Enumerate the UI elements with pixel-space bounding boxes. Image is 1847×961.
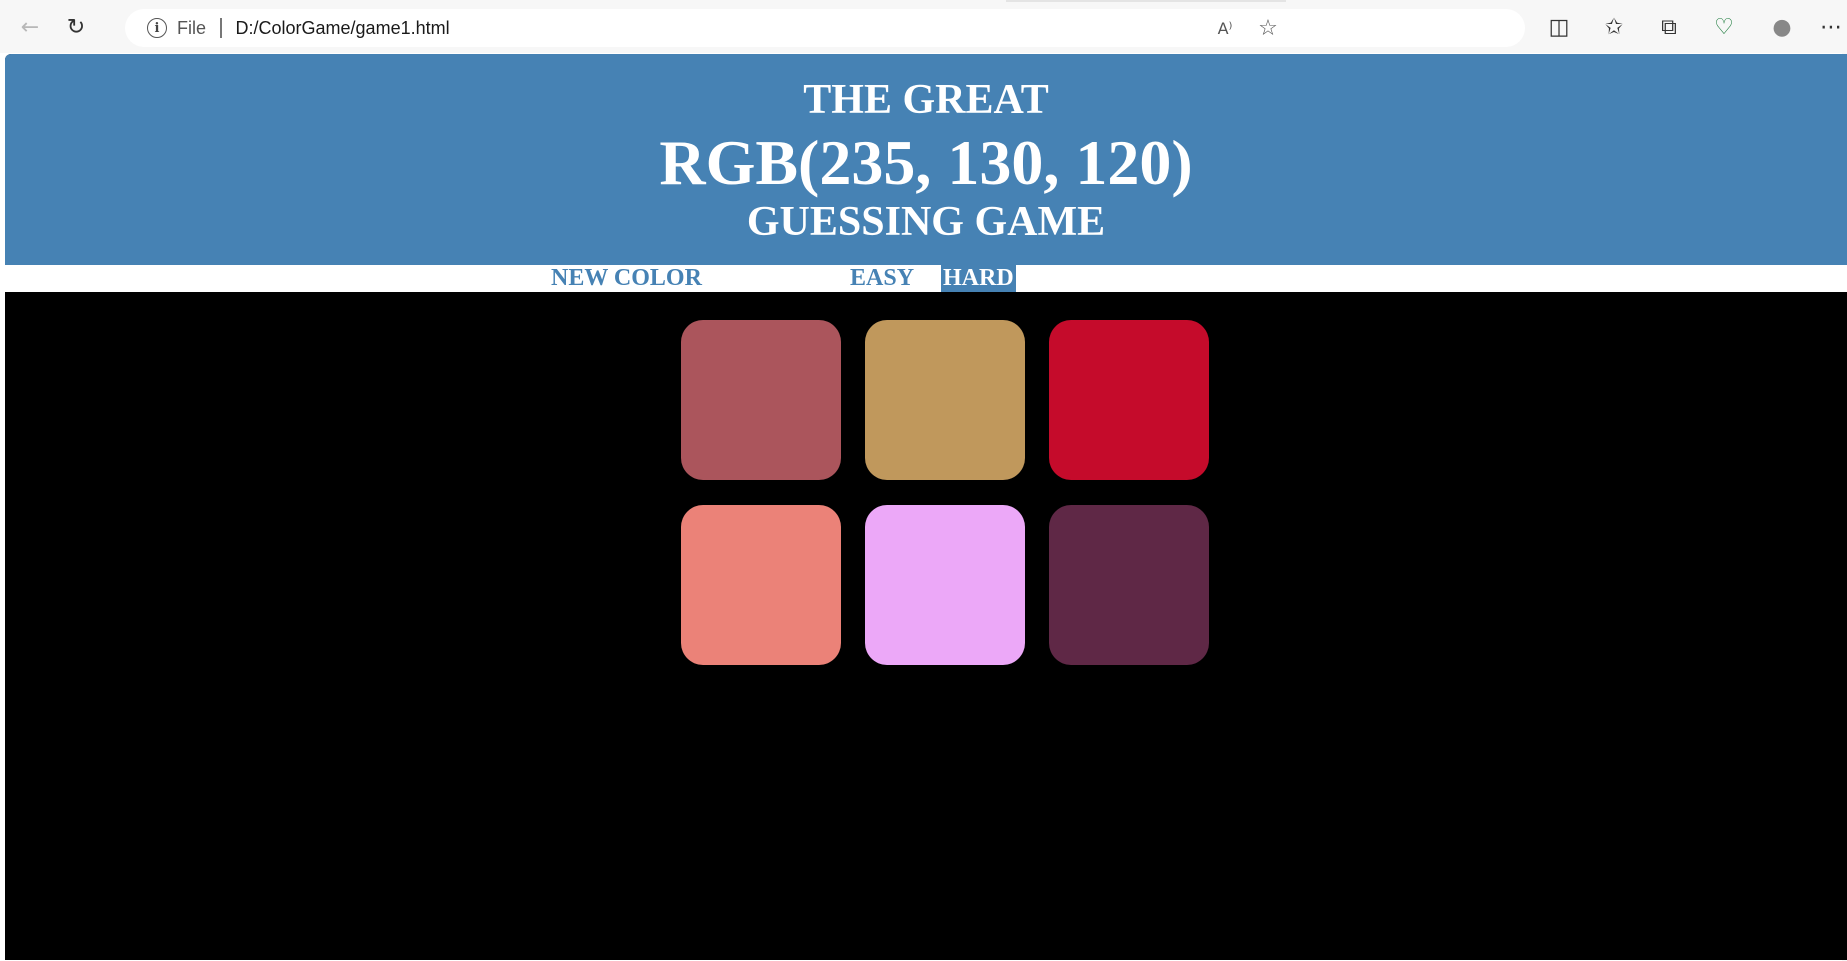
read-aloud-icon[interactable]: A⁾ <box>1211 14 1239 42</box>
favorite-star-icon[interactable]: ☆ <box>1254 14 1282 42</box>
color-square[interactable] <box>681 320 841 480</box>
hard-mode-button[interactable]: HARD <box>941 265 1016 292</box>
color-square[interactable] <box>1049 320 1209 480</box>
tab-indicator <box>1006 0 1286 2</box>
color-square[interactable] <box>865 320 1025 480</box>
split-screen-icon[interactable]: ◫ <box>1542 10 1576 44</box>
browser-toolbar: ← ↻ i File D:/ColorGame/game1.html A⁾ ☆ … <box>0 0 1847 53</box>
address-separator <box>220 18 222 38</box>
info-icon[interactable]: i <box>147 18 167 38</box>
back-icon[interactable]: ← <box>13 10 47 44</box>
game-header: THE GREAT RGB(235, 130, 120) GUESSING GA… <box>5 54 1847 265</box>
color-squares-grid <box>5 292 1847 960</box>
more-menu-icon[interactable]: ⋯ <box>1818 10 1844 44</box>
game-page: THE GREAT RGB(235, 130, 120) GUESSING GA… <box>5 54 1847 960</box>
url-text[interactable]: D:/ColorGame/game1.html <box>236 18 450 39</box>
browser-health-icon[interactable]: ♡ <box>1707 10 1741 44</box>
color-square[interactable] <box>681 505 841 665</box>
control-stripe: NEW COLOR EASY HARD <box>5 265 1847 292</box>
reload-icon[interactable]: ↻ <box>59 10 93 44</box>
title-line-guessing-game: GUESSING GAME <box>746 199 1106 245</box>
profile-icon[interactable]: ● <box>1765 10 1799 44</box>
easy-mode-button[interactable]: EASY <box>848 265 916 292</box>
favorites-icon[interactable]: ✩ <box>1597 10 1631 44</box>
new-color-button[interactable]: NEW COLOR <box>549 265 704 292</box>
address-bar[interactable]: i File D:/ColorGame/game1.html A⁾ ☆ <box>125 9 1525 47</box>
file-scheme-label: File <box>177 17 207 38</box>
title-line-the-great: THE GREAT <box>803 77 1049 123</box>
color-square[interactable] <box>1049 505 1209 665</box>
collections-icon[interactable]: ⧉ <box>1652 10 1686 44</box>
rgb-target-display: RGB(235, 130, 120) <box>659 127 1193 198</box>
color-square[interactable] <box>865 505 1025 665</box>
